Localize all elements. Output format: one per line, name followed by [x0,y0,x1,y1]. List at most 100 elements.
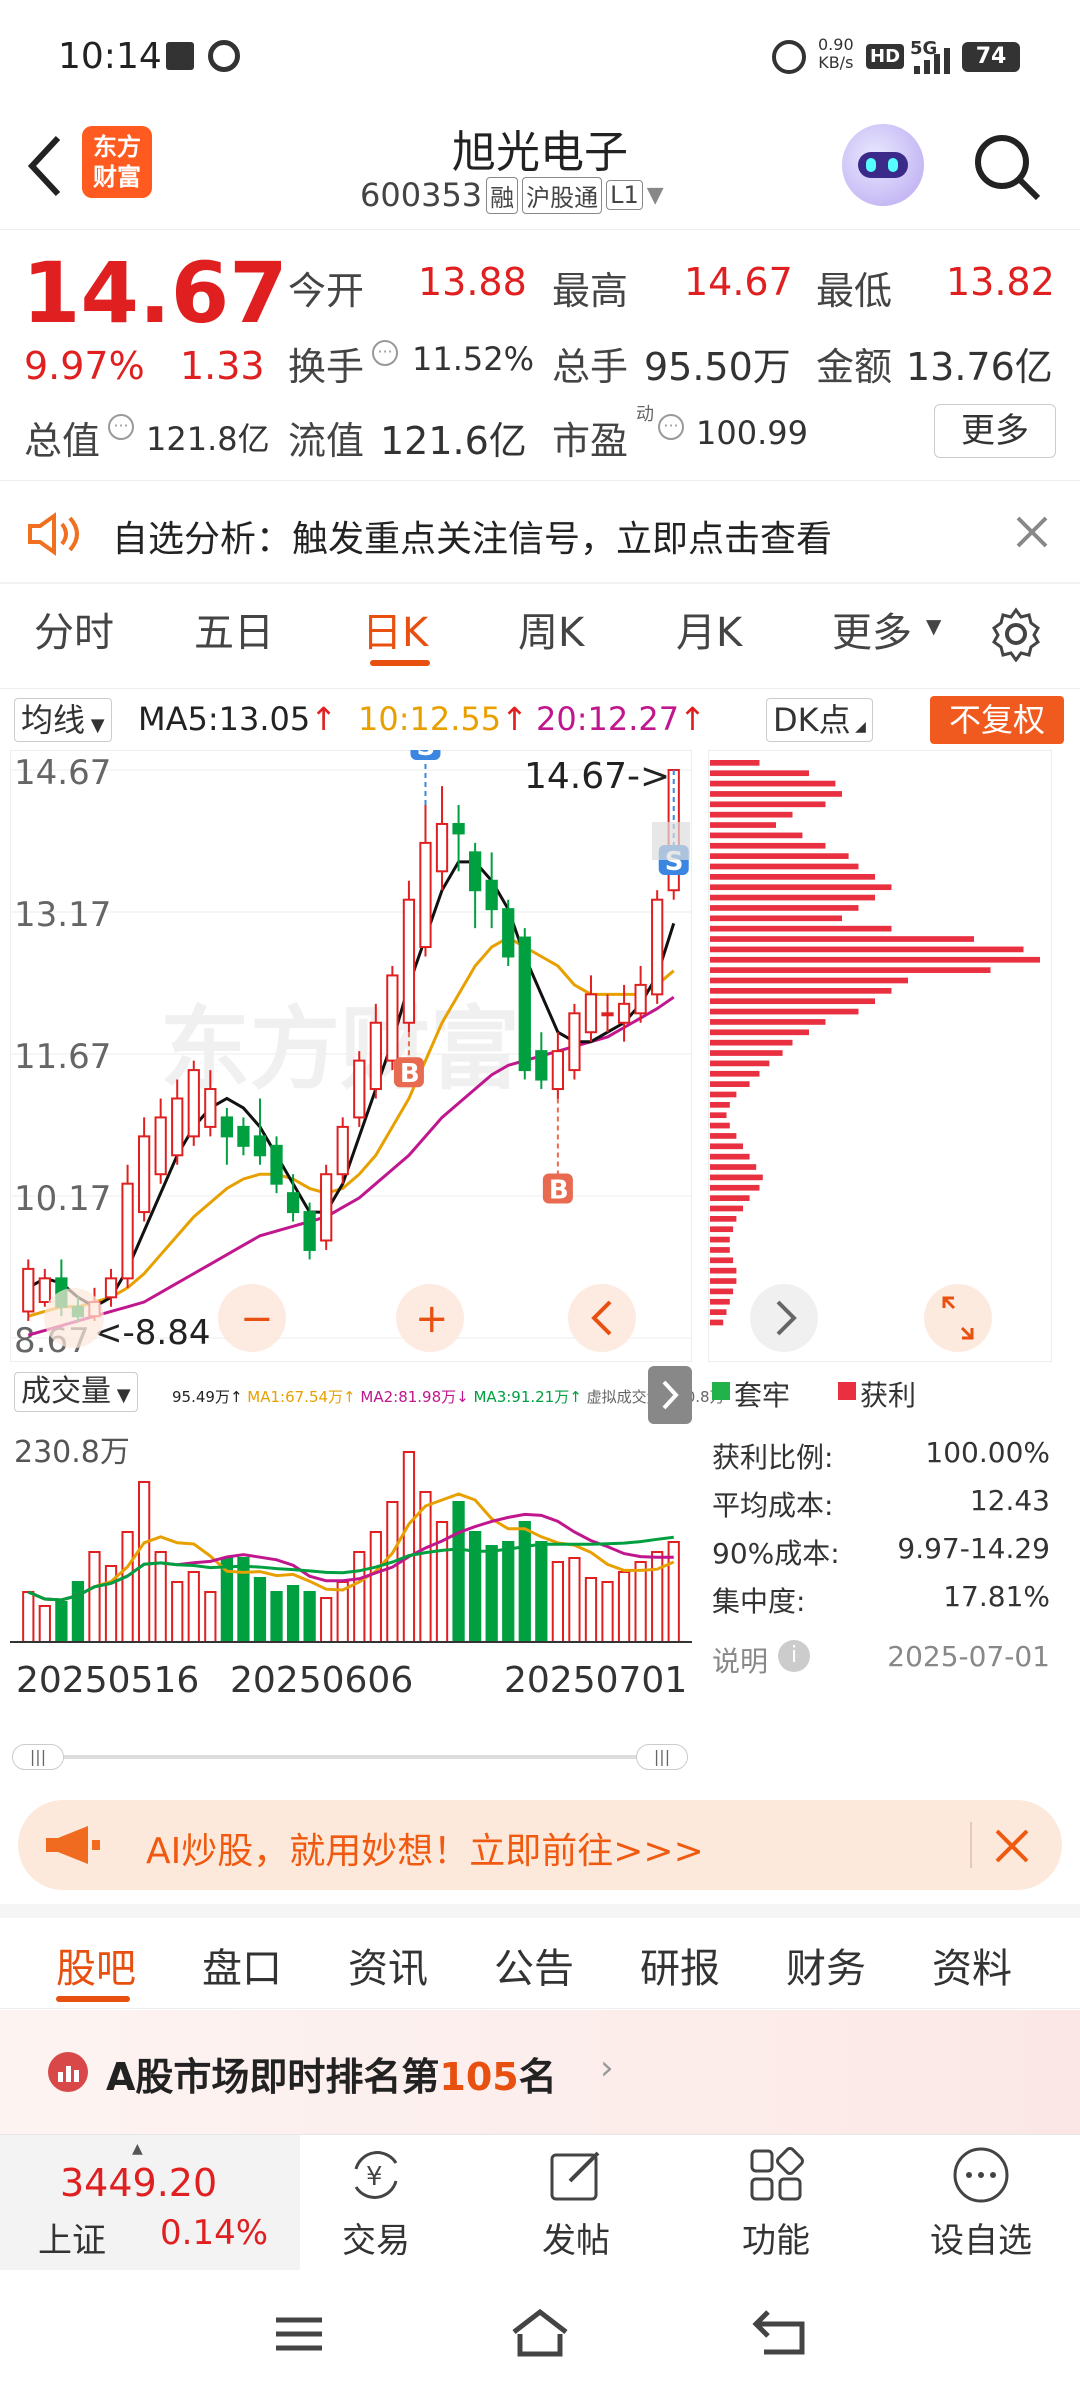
status-time: 10:14 [58,36,162,77]
vol-legend-current: 95.49万↑ [172,1388,243,1406]
index-value: 3449.20 [60,2161,218,2205]
range-right-handle[interactable]: ||| [636,1744,688,1770]
index-pct: 0.14% [160,2213,269,2253]
brand-line2: 财富 [93,163,141,191]
tab-news[interactable]: 资讯 [348,1936,428,1994]
rank-banner[interactable]: A股市场即时排名第105名 › [0,2010,1080,2134]
ma20-value: 20:12.27 [536,700,680,738]
info-icon[interactable]: ··· [372,340,398,366]
ai-banner-text: AI炒股，就用妙想！立即前往>>> [146,1831,704,1872]
note-link[interactable]: 说明 [712,1640,768,1680]
volume-bar [353,1551,366,1643]
volume-bar [38,1605,51,1643]
next-button[interactable] [750,1284,818,1352]
chip-bar [710,863,859,870]
tab-announcements[interactable]: 公告 [494,1936,574,1994]
watchlist-nav[interactable]: 设自选 [906,2135,1056,2271]
indicator-selector[interactable]: 均线 ▼ [14,698,112,742]
assistant-avatar[interactable] [842,124,924,206]
divider [970,1822,972,1868]
tab-monthly-k[interactable]: 月K [676,600,742,658]
range-left-handle[interactable]: ||| [12,1744,64,1770]
turnover-label: 换手 [288,345,365,389]
tab-intraday[interactable]: 分时 [34,600,114,658]
adjust-button[interactable]: 不复权 [930,696,1064,744]
tab-profile[interactable]: 资料 [932,1936,1012,1994]
volume-bar [55,1601,68,1643]
trade-nav[interactable]: ¥ 交易 [306,2135,446,2271]
app-logo[interactable]: 东方 财富 [82,126,152,198]
volume-chart[interactable]: 230.8万 [10,1426,692,1650]
candle-body [502,908,515,958]
tab-forum[interactable]: 股吧 [56,1936,136,1994]
pe-label: 市盈 [552,419,629,463]
scroll-left-button[interactable] [568,1284,636,1352]
close-icon[interactable] [1016,516,1048,548]
more-button[interactable]: 更多 [934,404,1056,458]
tab-financials[interactable]: 财务 [786,1936,866,1994]
tab-five-day[interactable]: 五日 [194,600,274,658]
stat-label: 集中度: [712,1585,806,1618]
volume-bar [485,1545,498,1643]
info-icon[interactable]: ··· [658,414,684,440]
turnover-value: 11.52% [412,340,535,378]
rank-suffix: 名 [518,2055,557,2099]
tab-order-book[interactable]: 盘口 [202,1936,282,1994]
gear-icon[interactable] [988,606,1044,662]
chips-date: 2025-07-01 [887,1640,1050,1673]
tab-weekly-k[interactable]: 周K [518,600,584,658]
volume-bar [551,1561,565,1643]
index-ticker[interactable]: ▲ 3449.20 上证 0.14% [0,2135,300,2271]
volume-bar [651,1551,664,1643]
back-nav-icon[interactable] [752,2308,810,2358]
ma20-label: 20:12.27↑ [536,700,706,738]
pe-sup: 动 [636,404,654,425]
ai-banner[interactable]: AI炒股，就用妙想！立即前往>>> [18,1800,1062,1890]
analysis-banner[interactable]: 自选分析：触发重点关注信号，立即点击查看 [0,482,1080,582]
date-tick: 20250516 [16,1660,200,1701]
volume-selector[interactable]: 成交量 ▼ [14,1372,138,1412]
menu-icon[interactable] [272,2314,326,2354]
high-label: 最高 [552,269,629,313]
legend-trapped: 套牢 [734,1379,791,1412]
kline-chart[interactable]: 东方财富 14.6713.1711.6710.178.67 BSBS 14.67… [10,750,692,1362]
chip-bar [710,1039,793,1046]
tab-more[interactable]: 更多 [832,600,912,658]
expand-panel-button[interactable] [648,1366,692,1424]
divider [0,582,1080,584]
info-icon[interactable]: ··· [108,414,134,440]
volume-bar [320,1597,333,1643]
ma5-label: MA5:13.05↑ [138,700,338,738]
tab-research[interactable]: 研报 [640,1936,720,1994]
scroll-start-button[interactable] [44,1288,104,1348]
date-tick: 20250606 [230,1660,414,1701]
float-value: 121.6亿 [380,419,527,463]
volume-bar [535,1541,548,1643]
nav-post-label: 发帖 [542,2221,610,2261]
candle-body [204,1088,217,1128]
volume-label: 总手 [552,345,629,389]
dk-point-button[interactable]: DK点 ◢ [766,698,873,742]
vol-legend-ma2: MA2:81.98万↓ [360,1388,469,1406]
candle-body [551,1050,565,1091]
pe-value: 100.99 [696,414,808,452]
chip-bar [710,780,836,787]
post-nav[interactable]: 发帖 [506,2135,646,2271]
chip-bar [710,1319,724,1326]
search-icon[interactable] [972,132,1042,202]
home-icon[interactable] [508,2306,572,2360]
fullscreen-button[interactable] [924,1284,992,1352]
info-icon[interactable]: i [778,1640,810,1672]
close-icon[interactable] [994,1828,1030,1864]
dropdown-icon[interactable]: ▼ [647,183,664,208]
tab-daily-k[interactable]: 日K [362,600,428,658]
back-icon[interactable] [24,134,64,198]
chip-bar [710,1278,737,1284]
volume-bar [286,1585,300,1643]
candle-body [137,1135,151,1214]
stat-label: 平均成本: [712,1489,834,1522]
chip-bar [710,915,842,922]
functions-nav[interactable]: 功能 [706,2135,846,2271]
range-scrollbar[interactable]: ||| ||| [12,1744,688,1770]
edit-icon [550,2151,600,2201]
